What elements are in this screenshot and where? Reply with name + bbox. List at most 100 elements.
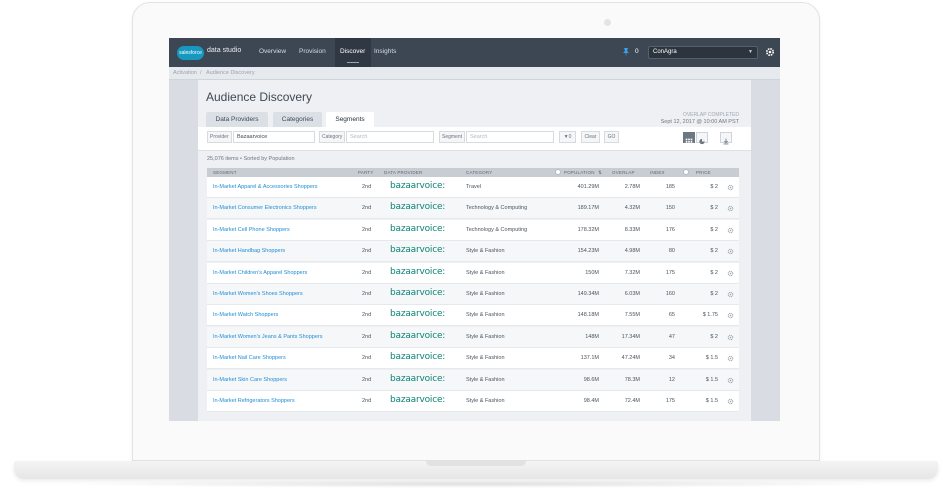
party-cell: 2nd: [362, 376, 372, 383]
index-cell: 175: [665, 398, 675, 404]
segment-filter-label: Segment: [439, 131, 466, 143]
population-cell: 150M: [585, 269, 599, 276]
segment-link[interactable]: In-Market Refrigerators Shoppers: [213, 398, 295, 404]
table-row[interactable]: In-Market Women's Jeans & Pants Shoppers…: [207, 326, 739, 348]
index-cell: 175: [665, 269, 675, 276]
segment-link[interactable]: In-Market Apparel & Accessories Shoppers: [213, 184, 318, 190]
table-row[interactable]: In-Market Nail Care Shoppers 2nd bazaarvoi…: [207, 348, 739, 370]
overlap-cell: 4.32M: [624, 205, 640, 212]
segment-link[interactable]: In-Market Nail Care Shoppers: [213, 355, 286, 361]
segment-search-input[interactable]: Search: [466, 131, 554, 143]
org-select[interactable]: ConAgra ▼: [648, 46, 758, 59]
clear-button[interactable]: Clear: [581, 131, 600, 143]
segment-link[interactable]: In-Market Cell Phone Shoppers: [213, 227, 290, 233]
breadcrumb-activation[interactable]: Activation: [173, 70, 197, 76]
row-gear-icon[interactable]: [727, 205, 734, 212]
row-gear-icon[interactable]: [727, 398, 734, 405]
header-population[interactable]: POPULATION: [564, 170, 595, 175]
price-toggle[interactable]: [683, 169, 689, 175]
party-cell: 2nd: [362, 312, 372, 319]
nav-item-insights[interactable]: Insights: [374, 48, 396, 55]
segment-link[interactable]: In-Market Skin Care Shoppers: [213, 377, 287, 383]
filter-bar: Provider Bazaarvoice Category Search Seg…: [198, 127, 751, 151]
category-search-input[interactable]: Search: [346, 131, 434, 143]
pin-icon[interactable]: [621, 47, 631, 57]
filter-button[interactable]: ▼0: [559, 131, 576, 143]
provider-filter-label: Provider: [207, 131, 232, 143]
header-party[interactable]: PARTY: [358, 170, 374, 175]
page-title: Audience Discovery: [206, 90, 313, 104]
main-panel: Audience Discovery Data Providers Catego…: [198, 80, 751, 421]
overlap-cell: 4.98M: [624, 248, 640, 255]
tab-data-providers[interactable]: Data Providers: [206, 112, 268, 127]
row-gear-icon[interactable]: [727, 312, 734, 319]
population-toggle[interactable]: [555, 169, 561, 175]
population-cell: 154.23M: [577, 248, 599, 255]
row-gear-icon[interactable]: [727, 291, 734, 298]
segment-link[interactable]: In-Market Women's Shoes Shoppers: [213, 291, 303, 297]
table-row[interactable]: In-Market Consumer Electronics Shoppers 2…: [207, 198, 739, 220]
provider-logo: bazaarvoice:: [390, 352, 446, 363]
index-cell: 12: [668, 376, 675, 383]
go-button[interactable]: GO: [604, 131, 619, 143]
results-summary: 25,076 items • Sorted by Population: [207, 156, 295, 162]
segment-link[interactable]: In-Market Handbag Shoppers: [213, 248, 285, 254]
table-row[interactable]: In-Market Watch Shoppers 2nd bazaarvoice: S…: [207, 305, 739, 327]
sort-icon[interactable]: ⇅: [598, 170, 602, 176]
row-gear-icon[interactable]: [727, 377, 734, 384]
overlap-status-label: OVERLAP COMPLETED: [682, 112, 739, 118]
price-cell: $ 1.5: [705, 355, 718, 362]
gear-icon[interactable]: [765, 47, 775, 57]
table-row[interactable]: In-Market Skin Care Shoppers 2nd bazaarvoi…: [207, 369, 739, 391]
table-row[interactable]: In-Market Women's Shoes Shoppers 2nd bazaa…: [207, 284, 739, 305]
party-cell: 2nd: [362, 205, 372, 212]
provider-logo: bazaarvoice:: [390, 373, 446, 384]
header-index[interactable]: INDEX: [650, 170, 665, 175]
index-cell: 47: [668, 333, 675, 340]
provider-logo: bazaarvoice:: [390, 395, 446, 405]
price-cell: $ 2: [710, 205, 718, 212]
row-gear-icon[interactable]: [727, 227, 734, 234]
salesforce-logo[interactable]: salesforce: [177, 46, 204, 60]
overlap-cell: 72.4M: [624, 398, 640, 404]
population-cell: 401.29M: [577, 184, 599, 190]
table-row[interactable]: In-Market Apparel & Accessories Shoppers…: [207, 177, 739, 198]
provider-filter-input[interactable]: Bazaarvoice: [233, 131, 315, 143]
nav-item-overview[interactable]: Overview: [259, 48, 286, 55]
category-cell: Style & Fashion: [466, 355, 505, 362]
download-button[interactable]: [720, 132, 732, 145]
tab-categories[interactable]: Categories: [273, 112, 322, 127]
overlap-cell: 7.55M: [624, 312, 640, 319]
overlap-cell: 78.3M: [624, 376, 640, 383]
row-gear-icon[interactable]: [727, 270, 734, 277]
header-data-provider[interactable]: DATA PROVIDER: [384, 170, 422, 175]
party-cell: 2nd: [362, 355, 372, 362]
segment-link[interactable]: In-Market Children's Apparel Shoppers: [213, 270, 307, 276]
row-gear-icon[interactable]: [727, 184, 734, 191]
segment-link[interactable]: In-Market Women's Jeans & Pants Shoppers: [213, 334, 322, 340]
overlap-cell: 6.03M: [624, 291, 640, 297]
row-gear-icon[interactable]: [727, 334, 734, 341]
header-category[interactable]: CATEGORY: [466, 170, 492, 175]
party-cell: 2nd: [362, 226, 372, 233]
header-segment[interactable]: SEGMENT: [213, 170, 237, 175]
provider-logo: bazaarvoice:: [390, 330, 446, 341]
table-row[interactable]: In-Market Refrigerators Shoppers 2nd bazaa…: [207, 391, 739, 412]
pin-count: 0: [635, 48, 639, 55]
nav-item-discover[interactable]: Discover: [340, 48, 365, 55]
tab-segments[interactable]: Segments: [326, 112, 374, 127]
category-cell: Style & Fashion: [466, 291, 505, 297]
row-gear-icon[interactable]: [727, 248, 734, 255]
segment-link[interactable]: In-Market Consumer Electronics Shoppers: [213, 205, 317, 211]
chart-view-button[interactable]: [696, 132, 708, 145]
segment-link[interactable]: In-Market Watch Shoppers: [213, 312, 278, 318]
header-overlap[interactable]: OVERLAP: [612, 170, 635, 175]
filter-count: 0: [568, 134, 572, 140]
row-gear-icon[interactable]: [727, 355, 734, 362]
nav-item-provision[interactable]: Provision: [299, 48, 326, 55]
table-row[interactable]: In-Market Children's Apparel Shoppers 2nd…: [207, 262, 739, 284]
table-row[interactable]: In-Market Handbag Shoppers 2nd bazaarvoice…: [207, 241, 739, 263]
table-row[interactable]: In-Market Cell Phone Shoppers 2nd bazaarvo…: [207, 219, 739, 241]
grid-view-button[interactable]: [683, 132, 695, 143]
header-price[interactable]: PRICE: [696, 170, 711, 175]
